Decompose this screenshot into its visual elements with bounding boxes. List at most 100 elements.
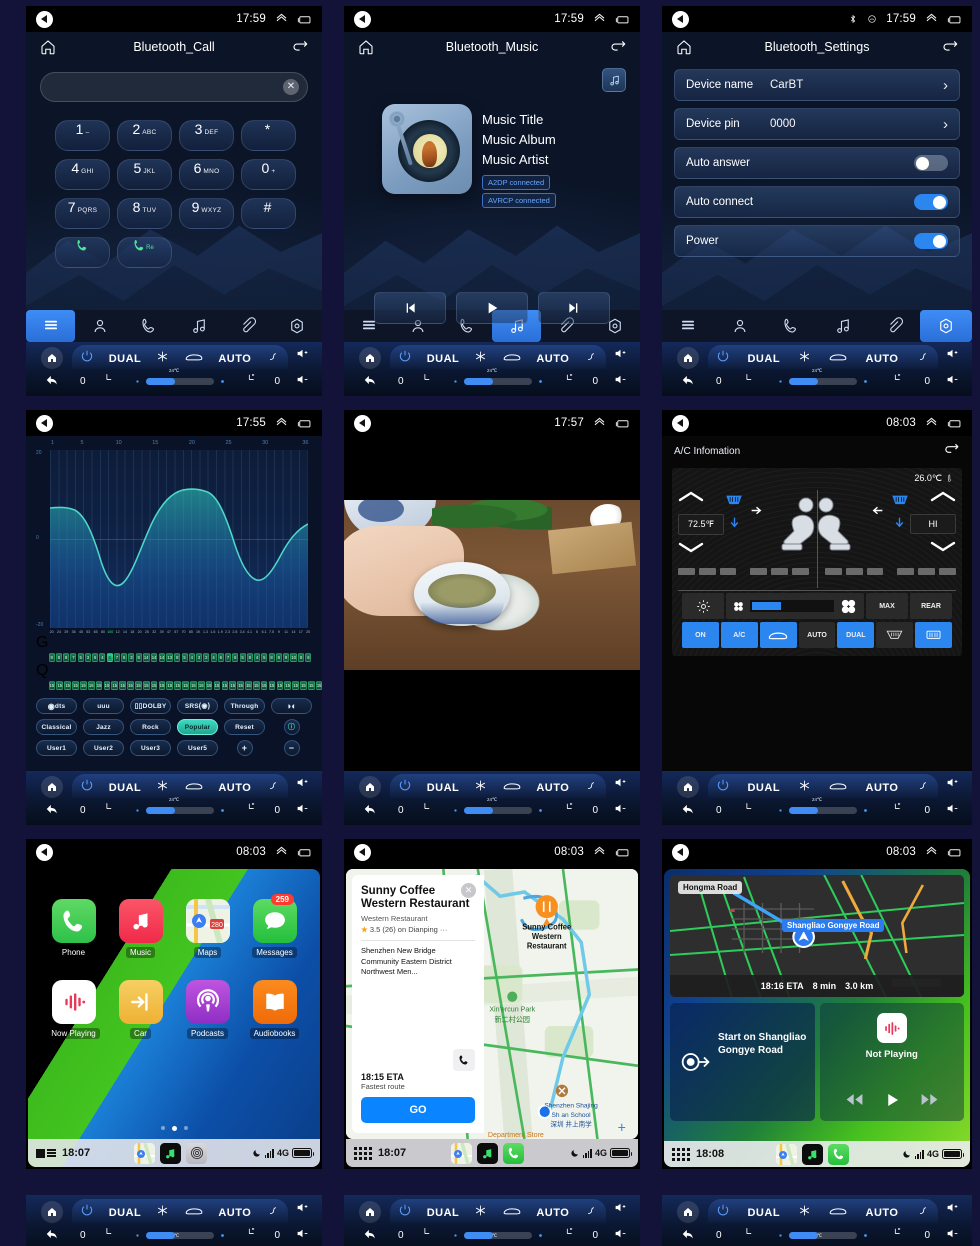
dock-phone-icon[interactable] — [503, 1142, 525, 1164]
seat-heater-icon[interactable] — [563, 1226, 576, 1244]
max-button[interactable]: MAX — [866, 593, 908, 619]
fan-slider-track[interactable] — [750, 600, 834, 612]
status-back-button[interactable] — [354, 10, 371, 28]
left-temp-value[interactable]: 0 — [398, 1230, 404, 1241]
eq-gain-cell[interactable]: 5 — [77, 653, 84, 662]
status-back-button[interactable] — [36, 10, 53, 28]
chevron-up-icon[interactable] — [925, 417, 938, 430]
eq-q-cell[interactable]: 15 — [103, 681, 111, 690]
tab-settings[interactable] — [920, 310, 972, 342]
eq-gain-cell[interactable]: 14 — [150, 653, 158, 662]
eq-gain-cell[interactable]: 3 — [196, 653, 203, 662]
dual-label[interactable]: DUAL — [747, 353, 780, 365]
fan-speed-slider[interactable] — [146, 1231, 214, 1239]
eq-gain-cell[interactable]: 4 — [210, 653, 217, 662]
climate-back-icon[interactable] — [45, 1227, 59, 1246]
preset-jazz[interactable]: Jazz — [83, 719, 124, 735]
app-phone[interactable]: Phone — [40, 899, 107, 958]
seat-heat-icon[interactable] — [916, 778, 930, 797]
auto-label[interactable]: AUTO — [866, 1207, 899, 1219]
preset-user2[interactable]: User2 — [83, 740, 124, 756]
eq-gain-cell[interactable]: 2 — [203, 653, 210, 662]
auto-connect-toggle[interactable] — [914, 194, 948, 210]
eq-q-cell[interactable]: 15 — [300, 681, 307, 690]
redial-button[interactable]: Re — [117, 237, 172, 268]
snowflake-icon[interactable] — [474, 779, 487, 797]
go-button[interactable]: GO — [361, 1097, 475, 1123]
status-back-button[interactable] — [36, 414, 53, 432]
volume-up-icon[interactable] — [295, 776, 310, 794]
prev-track-button[interactable] — [374, 292, 446, 324]
fast-forward-icon[interactable] — [920, 1090, 939, 1109]
preset-user3[interactable]: User3 — [130, 740, 171, 756]
eq-q-cell[interactable]: 15 — [307, 681, 315, 690]
volume-down-icon[interactable] — [295, 1227, 310, 1245]
chevron-up-icon[interactable] — [593, 417, 606, 430]
auto-label[interactable]: AUTO — [536, 1207, 569, 1219]
dialpad-key[interactable]: 8 TUV — [117, 198, 172, 229]
climate-home-icon[interactable] — [677, 775, 699, 798]
left-temp-value[interactable]: 0 — [716, 376, 722, 387]
volume-up-icon[interactable] — [945, 347, 960, 365]
eq-q-cell[interactable]: 15 — [260, 681, 268, 690]
clear-icon[interactable]: ✕ — [283, 79, 299, 95]
remove-button[interactable]: − — [283, 740, 300, 756]
snowflake-icon[interactable] — [798, 1204, 811, 1222]
eq-gain-cell[interactable]: 4 — [254, 653, 261, 662]
status-back-button[interactable] — [354, 414, 371, 432]
app-maps[interactable]: 280 Maps — [174, 899, 241, 958]
climate-home-icon[interactable] — [359, 775, 381, 798]
climate-back-icon[interactable] — [681, 802, 695, 821]
eq-q-cell[interactable]: 15 — [182, 681, 189, 690]
climate-back-icon[interactable] — [363, 802, 377, 821]
recents-icon[interactable] — [615, 14, 630, 25]
auto-label[interactable]: AUTO — [218, 353, 251, 365]
eq-gain-cell[interactable]: 4 — [188, 653, 195, 662]
eq-response-chart[interactable]: 1 5 10 15 20 25 30 36 20 0 -20 — [36, 440, 312, 628]
settings-row-auto-answer[interactable]: Auto answer — [674, 147, 960, 179]
left-defrost-icon[interactable] — [724, 494, 744, 513]
settings-row-power[interactable]: Power — [674, 225, 960, 257]
tab-keypad[interactable] — [26, 310, 76, 342]
settings-row-device-pin[interactable]: Device pin 0000 › — [674, 108, 960, 140]
seat-icon-left[interactable] — [420, 372, 433, 390]
tab-contacts[interactable] — [75, 310, 124, 342]
auto-label[interactable]: AUTO — [536, 353, 569, 365]
climate-back-icon[interactable] — [45, 373, 59, 392]
eq-q-cell[interactable]: 15 — [127, 681, 134, 690]
eq-gain-cell[interactable]: 8 — [63, 653, 70, 662]
app-now-playing[interactable]: Now Playing — [40, 980, 107, 1039]
chevron-up-icon[interactable] — [593, 846, 606, 859]
left-temp-value[interactable]: 0 — [716, 805, 722, 816]
auto-label[interactable]: AUTO — [866, 782, 899, 794]
volume-up-icon[interactable] — [613, 1201, 628, 1219]
seat-heat-icon[interactable] — [584, 778, 598, 797]
dialpad-key[interactable]: 7 PQRS — [55, 198, 110, 229]
home-icon[interactable] — [39, 38, 57, 56]
volume-down-icon[interactable] — [945, 802, 960, 820]
preset-dolby[interactable]: ▯▯ DOLBY — [130, 698, 171, 714]
snowflake-icon[interactable] — [156, 779, 169, 797]
recirculate-icon[interactable] — [828, 350, 848, 368]
climate-back-icon[interactable] — [681, 373, 695, 392]
climate-back-icon[interactable] — [45, 802, 59, 821]
status-back-button[interactable] — [672, 843, 689, 861]
left-temp-value[interactable]: 0 — [80, 376, 86, 387]
dialpad-key[interactable]: 4 GHI — [55, 159, 110, 190]
auto-label[interactable]: AUTO — [218, 782, 251, 794]
dual-button[interactable]: DUAL — [837, 622, 875, 648]
chevron-up-icon[interactable] — [925, 846, 938, 859]
seat-icon-left[interactable] — [742, 801, 755, 819]
recents-icon[interactable] — [947, 418, 962, 429]
auto-label[interactable]: AUTO — [536, 782, 569, 794]
recents-icon[interactable] — [297, 14, 312, 25]
ac-settings-button[interactable] — [682, 593, 724, 619]
app-car[interactable]: Car — [107, 980, 174, 1039]
dock-music-icon[interactable] — [160, 1142, 182, 1164]
eq-gain-cell[interactable]: 8 — [298, 653, 305, 662]
seat-heater-icon[interactable] — [891, 801, 904, 819]
power-icon[interactable] — [80, 778, 94, 797]
eq-q-cell[interactable]: 15 — [56, 681, 64, 690]
maneuver-card[interactable]: Start on Shangliao Gongye Road — [670, 1003, 815, 1121]
auto-label[interactable]: AUTO — [866, 353, 899, 365]
